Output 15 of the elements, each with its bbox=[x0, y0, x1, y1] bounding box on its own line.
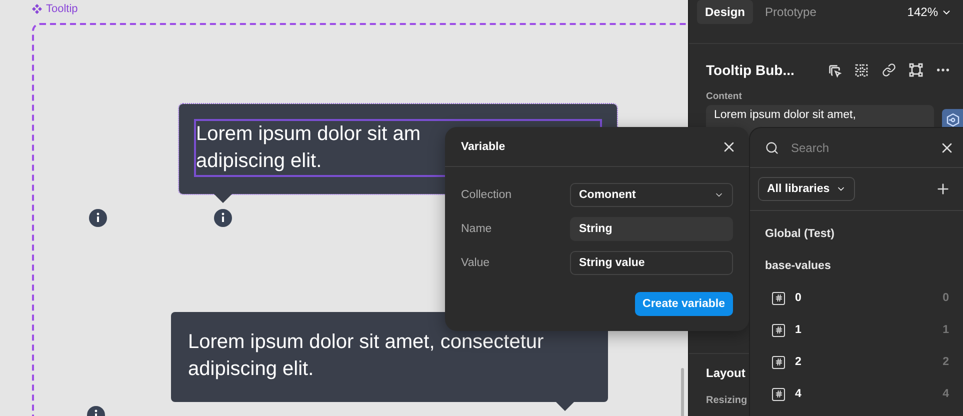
library-name: Global (Test) bbox=[764, 227, 836, 242]
frame-label: Tooltip bbox=[46, 3, 78, 15]
variable-value: 2 bbox=[942, 356, 949, 368]
section-title: Layout bbox=[706, 366, 746, 380]
dialog-title: Variable bbox=[461, 140, 506, 152]
field-label: Resizing bbox=[706, 395, 748, 406]
tooltip-text: Lorem ipsum dolor sit amet, consectetur adipiscing elit. bbox=[187, 330, 545, 382]
variable-value: 1 bbox=[942, 324, 949, 336]
field-label: Content bbox=[705, 91, 743, 102]
layer-title: Tooltip Bub... bbox=[706, 62, 794, 78]
variable-value: 4 bbox=[942, 388, 949, 400]
field-label: Name bbox=[461, 223, 493, 235]
field-label: Collection bbox=[461, 189, 512, 201]
field-label: Value bbox=[461, 257, 491, 269]
variable-value: 0 bbox=[942, 292, 949, 304]
